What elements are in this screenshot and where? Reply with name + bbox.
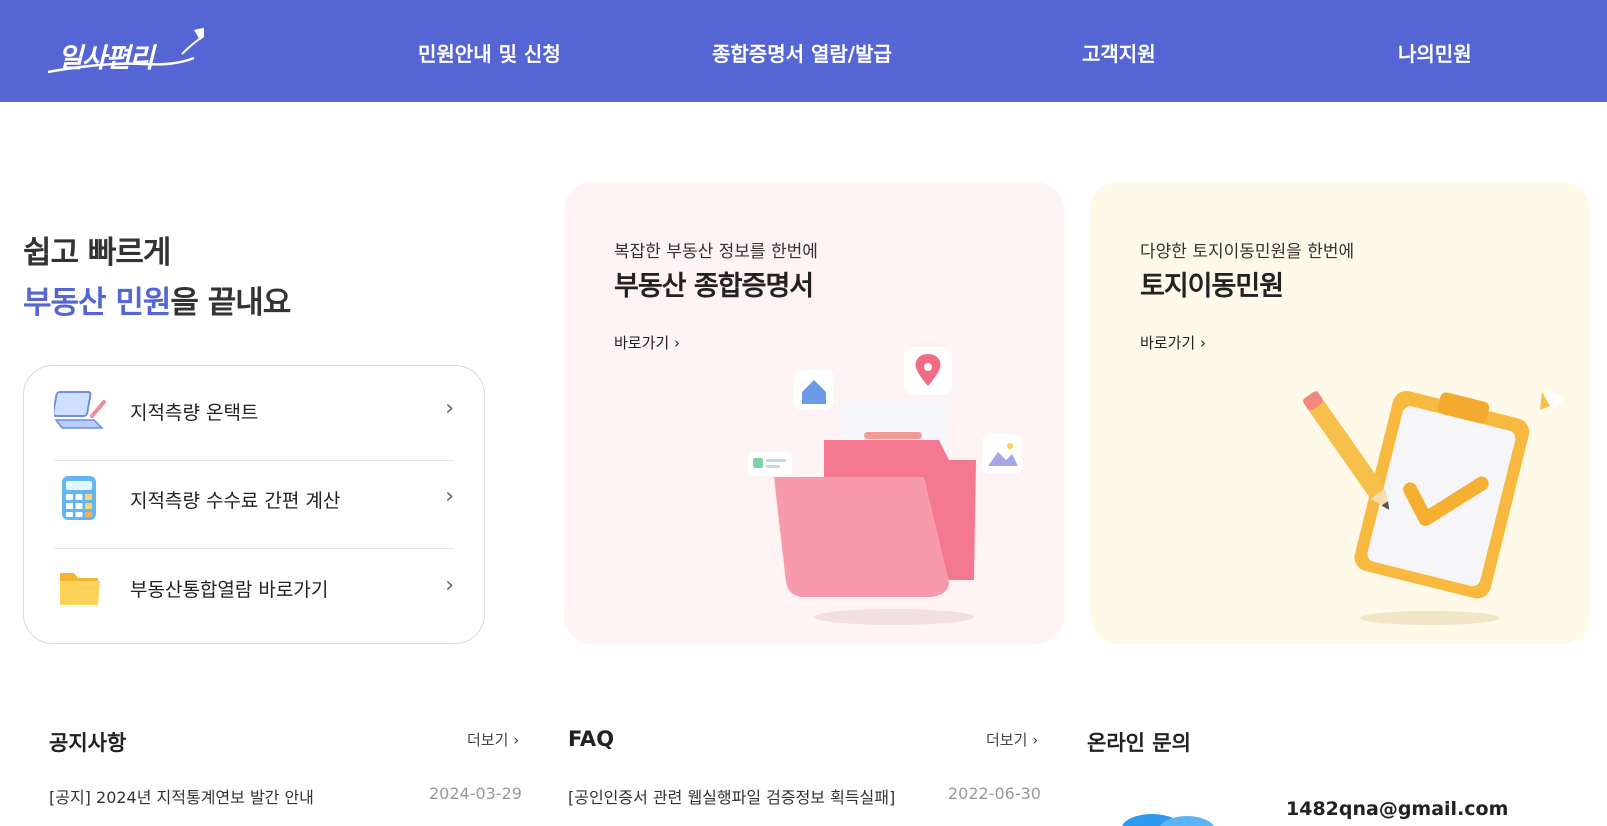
logo-text: 일사편리: [58, 43, 154, 74]
nav-my-applications[interactable]: 나의민원: [1398, 38, 1472, 67]
chevron-right-icon: ›: [445, 573, 454, 598]
inquiry-title: 온라인 문의: [1087, 731, 1191, 755]
nav-support[interactable]: 고객지원: [1082, 38, 1156, 67]
card-go-link[interactable]: 바로가기 ›: [1140, 332, 1206, 353]
chevron-right-icon: ›: [1032, 731, 1039, 749]
quick-links-panel: 지적측량 온택트 › 지적측량 수수료 간편 계산 › 부동산통합열람 바로가기…: [23, 365, 485, 644]
nav-apply[interactable]: 민원안내 및 신청: [418, 38, 561, 67]
card-land-movement[interactable]: 다양한 토지이동민원을 한번에 토지이동민원 바로가기 ›: [1090, 182, 1590, 644]
hero-line-2-rest: 을 끝내요: [170, 285, 291, 321]
card-real-estate-certificate[interactable]: 복잡한 부동산 정보를 한번에 부동산 종합증명서 바로가기 ›: [564, 182, 1064, 644]
go-label: 바로가기: [1140, 334, 1196, 352]
quick-link-label: 지적측량 수수료 간편 계산: [130, 490, 341, 512]
site-logo[interactable]: 일사편리: [44, 18, 204, 78]
notice-row-title[interactable]: [공지] 2024년 지적통계연보 발간 안내: [49, 784, 314, 808]
document-folder-icon: [748, 347, 1022, 625]
faq-title: FAQ: [568, 727, 615, 751]
calculator-icon: [62, 476, 96, 520]
faq-more-link[interactable]: 더보기 ›: [986, 729, 1038, 750]
faq-row-date: 2022-06-30: [948, 784, 1041, 803]
notice-row-date: 2024-03-29: [429, 784, 522, 803]
go-label: 바로가기: [614, 334, 670, 352]
cloud-icon: [1122, 814, 1214, 826]
quick-link-integrated-view[interactable]: 부동산통합열람 바로가기 ›: [54, 543, 454, 631]
notice-title: 공지사항: [49, 731, 127, 755]
more-label: 더보기: [467, 731, 509, 749]
chevron-right-icon: ›: [673, 334, 680, 352]
card-title: 부동산 종합증명서: [614, 271, 814, 302]
clipboard-check-icon: [1302, 390, 1565, 625]
quick-link-fee-calculator[interactable]: 지적측량 수수료 간편 계산 ›: [54, 454, 454, 542]
folder-icon: [60, 573, 100, 605]
nav-certificate[interactable]: 종합증명서 열람/발급: [712, 38, 892, 67]
chevron-right-icon: ›: [445, 484, 454, 509]
quick-link-survey-ontact[interactable]: 지적측량 온택트 ›: [54, 366, 454, 454]
card-subtitle: 다양한 토지이동민원을 한번에: [1140, 242, 1355, 262]
faq-row-title[interactable]: [공인인증서 관련 웹실행파일 검증정보 획득실패]: [568, 784, 895, 808]
inquiry-email[interactable]: 1482qna@gmail.com: [1286, 798, 1508, 820]
chevron-right-icon: ›: [513, 731, 520, 749]
card-go-link[interactable]: 바로가기 ›: [614, 332, 680, 353]
laptop-icon: [54, 391, 106, 429]
hero-line-2: 부동산 민원을 끝내요: [23, 278, 291, 328]
hero-accent: 부동산 민원: [23, 285, 171, 321]
chevron-right-icon: ›: [1199, 334, 1206, 352]
card-subtitle: 복잡한 부동산 정보를 한번에: [614, 242, 818, 262]
chevron-right-icon: ›: [445, 396, 454, 421]
card-title: 토지이동민원: [1140, 271, 1284, 302]
more-label: 더보기: [986, 731, 1028, 749]
hero-headline: 쉽고 빠르게 부동산 민원을 끝내요: [23, 228, 291, 328]
notice-more-link[interactable]: 더보기 ›: [467, 729, 519, 750]
hero-line-1: 쉽고 빠르게: [23, 235, 171, 271]
quick-link-label: 부동산통합열람 바로가기: [130, 579, 329, 601]
top-header: 일사편리 민원안내 및 신청 종합증명서 열람/발급 고객지원 나의민원: [0, 0, 1607, 102]
quick-link-label: 지적측량 온택트: [130, 402, 259, 424]
